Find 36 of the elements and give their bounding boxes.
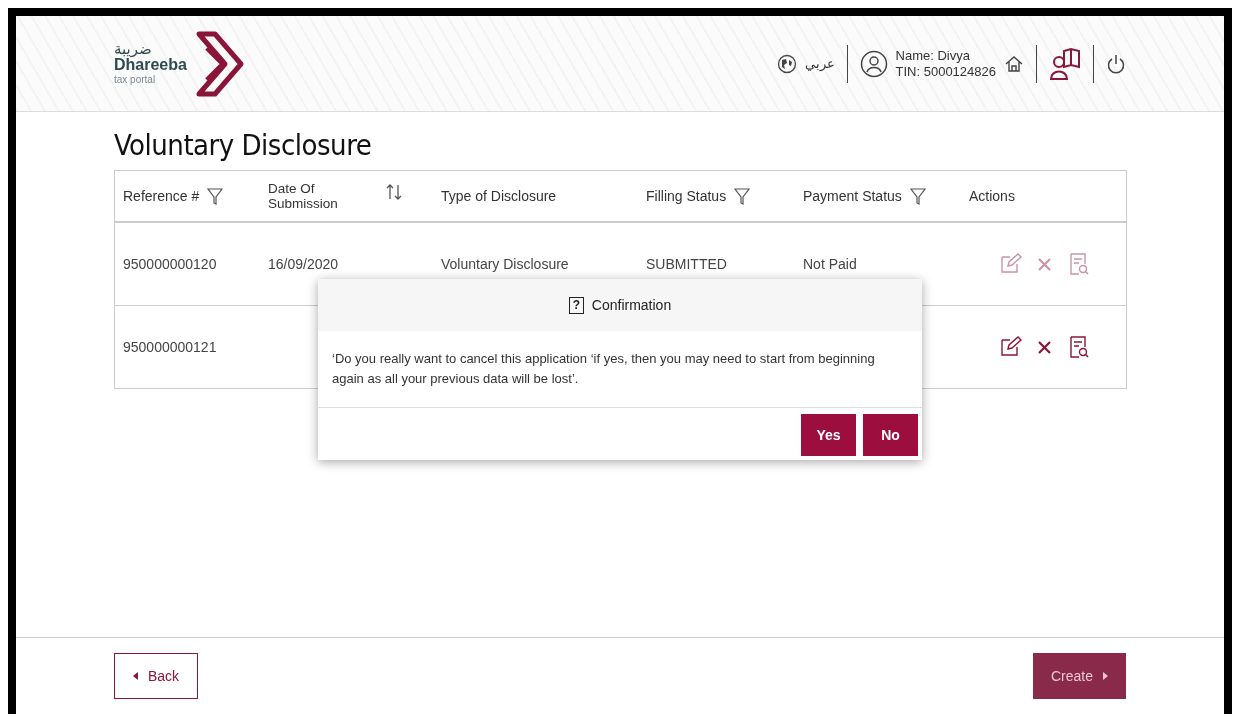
sort-icon[interactable] (386, 183, 402, 201)
filter-icon[interactable] (909, 187, 926, 205)
no-button[interactable]: No (863, 414, 918, 456)
language-link[interactable]: عربي (804, 56, 835, 71)
table-cell: Voluntary Disclosure (441, 256, 569, 272)
globe-icon[interactable] (776, 53, 797, 74)
yes-button[interactable]: Yes (801, 414, 856, 456)
logo-name: Dhareeba (114, 57, 187, 73)
column-header: Filling Status (646, 188, 727, 204)
column-header: Date Of Submission (268, 181, 339, 211)
edit-icon[interactable] (1000, 335, 1022, 359)
logo-arabic-text: ضريبة (114, 42, 152, 57)
user-avatar-icon (859, 49, 888, 78)
person-book-icon[interactable] (1049, 46, 1081, 81)
column-header: Payment Status (803, 188, 902, 204)
back-button[interactable]: Back (114, 653, 199, 699)
preview-icon[interactable] (1068, 335, 1090, 359)
column-header: Type of Disclosure (441, 188, 557, 204)
dialog-title: Confirmation (591, 297, 672, 313)
table-cell: SUBMITTED (646, 256, 727, 272)
column-header: Actions (969, 188, 1015, 204)
filter-icon[interactable] (207, 187, 224, 205)
table-cell: 950000000121 (123, 339, 217, 355)
page-title: Voluntary Disclosure (114, 128, 373, 162)
help-icon: ? (568, 296, 584, 314)
table-cell: 950000000120 (123, 256, 217, 272)
dialog-message: ‘Do you really want to cancel this application ‘if yes, then you may need to start from beginning again as all your previous data will be lost’. (318, 331, 922, 408)
table-cell: Not Paid (803, 256, 857, 272)
user-name: Name: Divya (895, 47, 971, 64)
column-header: Reference # (123, 188, 200, 204)
table-cell: 16/09/2020 (268, 256, 339, 272)
home-icon[interactable] (1004, 53, 1024, 74)
filter-icon[interactable] (734, 187, 751, 205)
user-tin: TIN: 5000124826 (895, 63, 996, 80)
logo-tagline: tax portal (114, 75, 157, 85)
power-icon[interactable] (1106, 52, 1126, 75)
